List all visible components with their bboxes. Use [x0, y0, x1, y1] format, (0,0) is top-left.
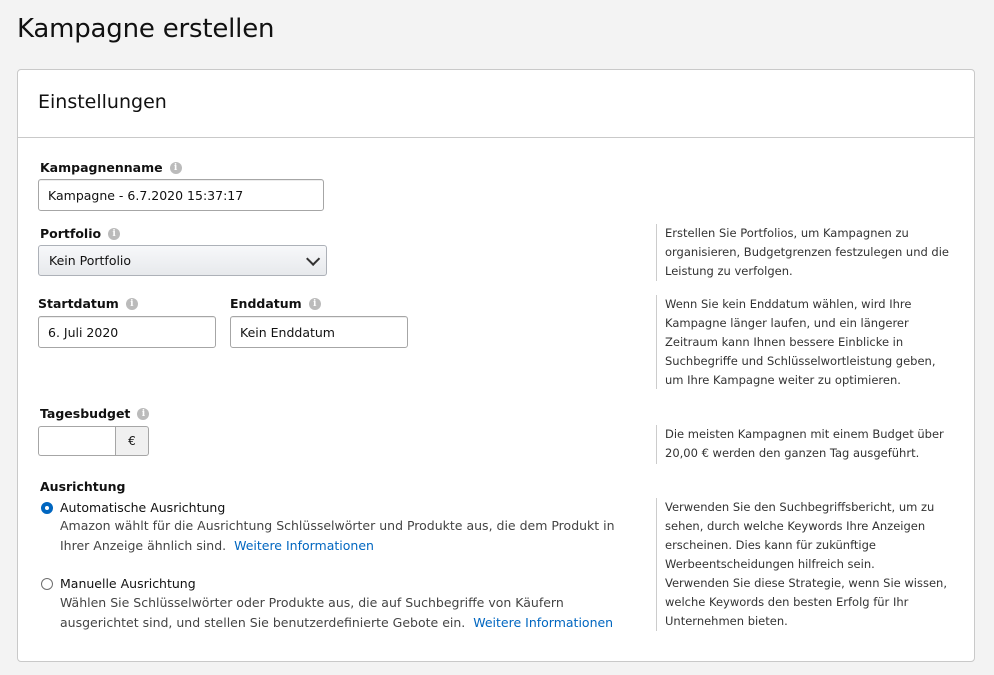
targeting-help: Verwenden Sie den Suchbegriffsbericht, u…	[656, 498, 965, 631]
auto-targeting-help: Verwenden Sie den Suchbegriffsbericht, u…	[665, 500, 935, 571]
budget-input[interactable]	[38, 426, 115, 456]
manual-learn-more-link[interactable]: Weitere Informationen	[473, 615, 613, 630]
settings-card: Einstellungen Kampagnenname i Kampagne -…	[17, 69, 975, 662]
radio-selected-icon[interactable]	[41, 501, 53, 514]
budget-label: Tagesbudget i	[40, 406, 150, 421]
portfolio-label: Portfolio i	[40, 226, 121, 241]
start-date-label: Startdatum i	[38, 296, 138, 311]
info-icon[interactable]: i	[169, 161, 182, 174]
info-icon[interactable]: i	[137, 407, 150, 420]
portfolio-label-text: Portfolio	[40, 226, 102, 241]
dates-help: Wenn Sie kein Enddatum wählen, wird Ihre…	[656, 295, 955, 389]
portfolio-help: Erstellen Sie Portfolios, um Kampagnen z…	[656, 224, 955, 281]
info-icon[interactable]: i	[108, 227, 121, 240]
auto-learn-more-link[interactable]: Weitere Informationen	[234, 538, 374, 553]
portfolio-select[interactable]: Kein Portfolio	[38, 245, 327, 276]
end-date-input[interactable]: Kein Enddatum	[230, 316, 408, 348]
info-icon[interactable]: i	[308, 297, 321, 310]
campaign-name-label: Kampagnenname i	[40, 160, 182, 175]
chevron-down-icon	[306, 251, 321, 266]
portfolio-selected-value: Kein Portfolio	[49, 253, 132, 268]
end-date-label-text: Enddatum	[230, 296, 302, 311]
targeting-label: Ausrichtung	[40, 479, 126, 494]
auto-targeting-label: Automatische Ausrichtung	[60, 500, 226, 515]
budget-help: Die meisten Kampagnen mit einem Budget ü…	[656, 425, 955, 464]
campaign-name-label-text: Kampagnenname	[40, 160, 163, 175]
manual-targeting-label: Manuelle Ausrichtung	[60, 576, 196, 591]
end-date-value: Kein Enddatum	[240, 324, 335, 340]
campaign-name-input[interactable]: Kampagne - 6.7.2020 15:37:17	[38, 179, 324, 211]
info-icon[interactable]: i	[125, 297, 138, 310]
auto-targeting-description: Amazon wählt für die Ausrichtung Schlüss…	[60, 516, 630, 555]
radio-unselected-icon[interactable]	[41, 577, 53, 590]
currency-suffix: €	[115, 426, 149, 456]
start-date-input[interactable]: 6. Juli 2020	[38, 316, 216, 348]
auto-targeting-option[interactable]: Automatische Ausrichtung	[41, 500, 225, 515]
manual-targeting-help: Verwenden Sie diese Strategie, wenn Sie …	[665, 576, 947, 628]
campaign-name-value: Kampagne - 6.7.2020 15:37:17	[48, 187, 244, 203]
card-title: Einstellungen	[38, 91, 167, 113]
start-date-label-text: Startdatum	[38, 296, 119, 311]
card-header: Einstellungen	[18, 70, 974, 138]
manual-targeting-description: Wählen Sie Schlüsselwörter oder Produkte…	[60, 593, 630, 632]
start-date-value: 6. Juli 2020	[48, 324, 119, 340]
page-title: Kampagne erstellen	[17, 14, 275, 44]
budget-label-text: Tagesbudget	[40, 406, 131, 421]
budget-field: €	[38, 426, 149, 456]
end-date-label: Enddatum i	[230, 296, 321, 311]
manual-targeting-option[interactable]: Manuelle Ausrichtung	[41, 576, 196, 591]
